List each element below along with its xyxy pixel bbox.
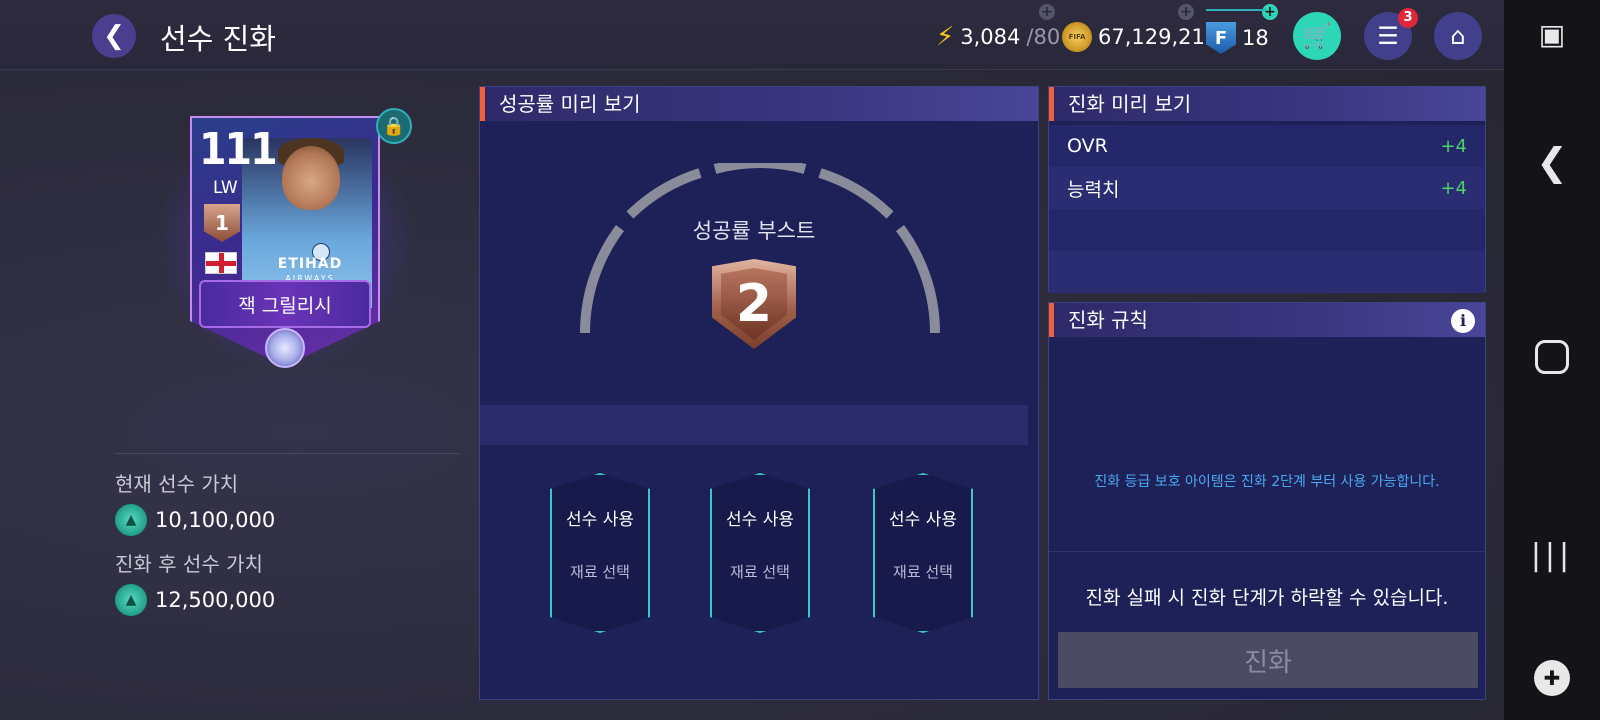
current-value: 10,100,000: [155, 508, 276, 532]
evo-row-label: 능력치: [1067, 178, 1120, 201]
shirt-sponsor: ETIHAD: [277, 256, 343, 272]
evo-row-empty: [1049, 251, 1485, 293]
evo-row-ovr: OVR +4: [1049, 125, 1485, 167]
evo-preview-title: 진화 미리 보기: [1049, 87, 1485, 121]
slot-subtitle: 재료 선택: [730, 563, 790, 581]
energy-counter: ⚡ 3,084/80: [936, 22, 1060, 52]
slot-title: 선수 사용: [889, 510, 957, 530]
info-icon[interactable]: i: [1451, 309, 1475, 333]
evolve-button[interactable]: 진화: [1058, 632, 1478, 688]
evo-row-label: OVR: [1067, 135, 1108, 157]
lock-button[interactable]: 🔒: [376, 108, 412, 144]
energy-value: 3,084: [960, 25, 1021, 49]
values-divider: [115, 453, 460, 454]
checklist-icon: ☰: [1377, 22, 1399, 50]
boost-level-value: 2: [721, 268, 787, 340]
top-bar: ❮ 선수 진화 ⚡ 3,084/80 + FIFA 67,129,217 + F…: [0, 0, 1504, 70]
rules-title: 진화 규칙: [1049, 303, 1485, 337]
home-button[interactable]: ⌂: [1434, 12, 1482, 60]
energy-max: /80: [1026, 25, 1061, 49]
evo-row-stats: 능력치 +4: [1049, 167, 1485, 209]
coin-counter: FIFA 67,129,217: [1062, 22, 1218, 52]
add-fp-button[interactable]: +: [1262, 4, 1278, 20]
screen-mode-icon[interactable]: ▣: [1504, 18, 1600, 51]
rules-warning: 진화 실패 시 진화 단계가 하락할 수 있습니다.: [1085, 587, 1449, 609]
coin-icon: FIFA: [1062, 22, 1092, 52]
evo-row-value: +4: [1440, 177, 1467, 199]
app-window: ❮ 선수 진화 ⚡ 3,084/80 + FIFA 67,129,217 + F…: [0, 0, 1504, 720]
rules-note: 진화 등급 보호 아이템은 진화 2단계 부터 사용 가능합니다.: [1094, 474, 1440, 490]
lock-icon: 🔒: [382, 115, 406, 137]
success-rate-panel: 성공률 미리 보기 성공률 부스트 2 선수 사용 재료 선택 선수 사용 재료…: [479, 86, 1039, 700]
evo-row-value: +4: [1440, 135, 1467, 157]
fifa-points-icon: F: [1206, 22, 1236, 54]
coin-value: 67,129,217: [1098, 25, 1219, 49]
material-slot-3[interactable]: 선수 사용 재료 선택: [873, 473, 973, 633]
current-value-label: 현재 선수 가치: [115, 472, 239, 496]
add-energy-button[interactable]: +: [1039, 4, 1055, 20]
add-coin-button[interactable]: +: [1178, 4, 1194, 20]
player-card[interactable]: ETIHAD AIRWAYS 111 LW 1 잭 그릴리시: [155, 100, 415, 380]
shop-button[interactable]: 🛒: [1293, 12, 1341, 60]
slot-subtitle: 재료 선택: [893, 563, 953, 581]
cart-icon: 🛒: [1302, 22, 1332, 50]
lightning-icon: ⚡: [936, 22, 955, 52]
jersey-icon: ▲: [115, 584, 147, 616]
nav-recents-icon[interactable]: |||: [1504, 538, 1600, 573]
nav-back-icon[interactable]: ❮: [1504, 140, 1600, 184]
card-position: LW: [213, 178, 238, 198]
after-value-label: 진화 후 선수 가치: [115, 552, 263, 576]
success-panel-title: 성공률 미리 보기: [480, 87, 1038, 121]
evolution-preview-panel: 진화 미리 보기 OVR +4 능력치 +4: [1048, 86, 1486, 293]
tasks-button[interactable]: ☰ 3: [1364, 8, 1418, 60]
jersey-icon: ▲: [115, 504, 147, 536]
fp-counter: F 18: [1206, 22, 1269, 54]
season-gem-icon: [265, 328, 305, 368]
player-head: [282, 146, 340, 210]
slot-subtitle: 재료 선택: [570, 563, 630, 581]
home-icon: ⌂: [1450, 22, 1466, 50]
slot-title: 선수 사용: [566, 510, 634, 530]
boost-label: 성공률 부스트: [692, 219, 816, 243]
evo-row-empty: [1049, 209, 1485, 251]
england-flag-icon: [205, 252, 237, 274]
after-value: 12,500,000: [155, 588, 276, 612]
current-value-row: ▲ 10,100,000: [115, 504, 275, 536]
fp-value: 18: [1242, 26, 1269, 50]
chevron-left-icon: ❮: [103, 21, 125, 51]
material-slot-1[interactable]: 선수 사용 재료 선택: [550, 473, 650, 633]
gamepad-icon[interactable]: ✚: [1504, 660, 1600, 696]
rules-divider: [1049, 551, 1485, 552]
material-slot-2[interactable]: 선수 사용 재료 선택: [710, 473, 810, 633]
page-title: 선수 진화: [160, 22, 276, 56]
fp-progress-line: [1206, 9, 1266, 11]
nav-home-icon[interactable]: [1504, 340, 1600, 374]
notification-badge: 3: [1398, 8, 1418, 28]
system-nav-bar: ▣ ❮ ||| ✚: [1504, 0, 1600, 720]
divider-band: [480, 405, 1028, 445]
card-player-name: 잭 그릴리시: [199, 280, 371, 328]
back-button[interactable]: ❮: [92, 14, 136, 58]
card-ovr: 111: [199, 124, 278, 175]
slot-title: 선수 사용: [726, 510, 794, 530]
after-value-row: ▲ 12,500,000: [115, 584, 275, 616]
